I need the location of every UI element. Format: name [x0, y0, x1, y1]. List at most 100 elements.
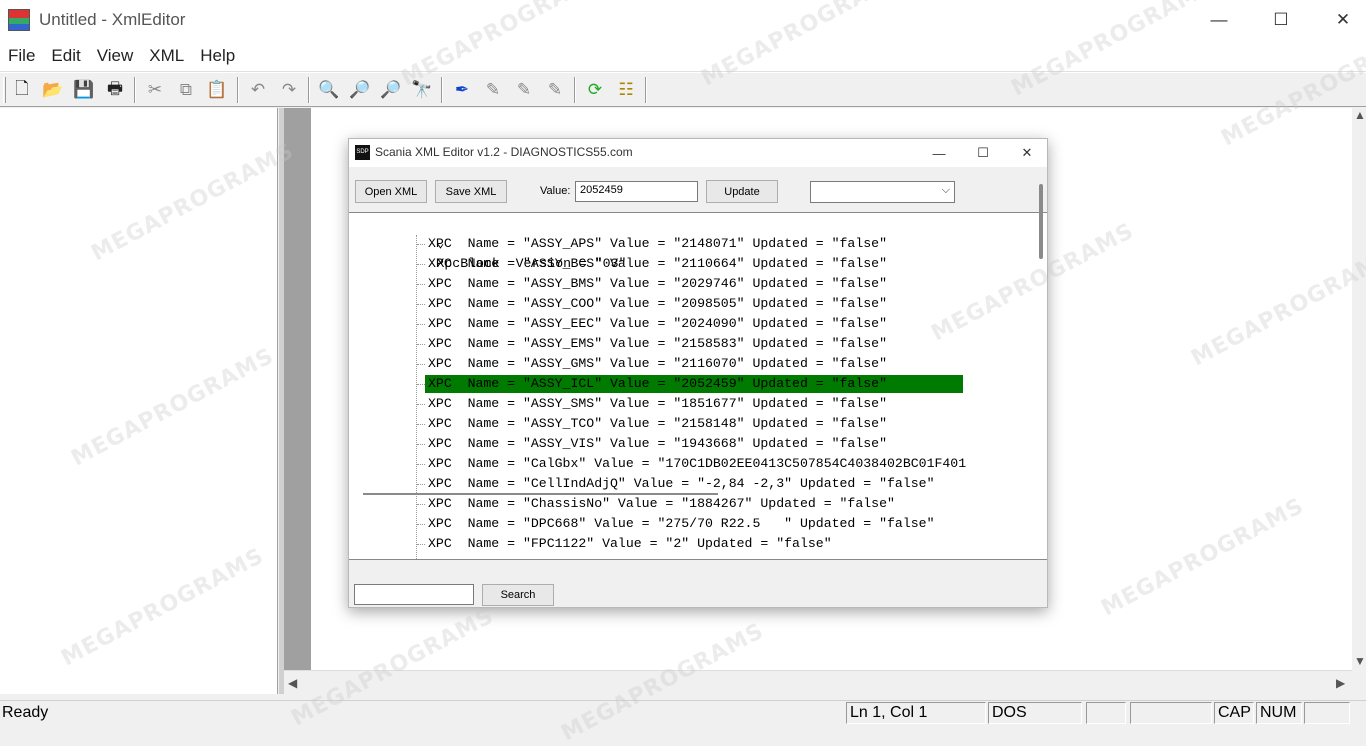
value-label: Value:: [540, 185, 571, 197]
find-prev-icon[interactable]: 🔎: [378, 77, 404, 103]
undo-icon[interactable]: ↶: [245, 77, 271, 103]
search-button[interactable]: Search: [482, 584, 554, 606]
status-position: Ln 1, Col 1: [846, 702, 986, 724]
title-bar: Untitled - XmlEditor — ☐ ✕: [0, 0, 1366, 40]
status-format: DOS: [988, 702, 1082, 724]
tree-guide-line: [417, 304, 425, 305]
cut-icon[interactable]: ✂: [142, 77, 168, 103]
open-folder-icon[interactable]: 📂: [40, 77, 66, 103]
tree-node[interactable]: XPC Name = "ASSY_COO" Value = "2098505" …: [428, 294, 887, 314]
save-xml-button[interactable]: Save XML: [435, 180, 507, 203]
status-text: Ready: [2, 704, 49, 721]
tree-node[interactable]: XPC Name = "CalGbx" Value = "170C1DB02EE…: [428, 454, 966, 474]
update-button[interactable]: Update: [706, 180, 778, 203]
tree-node[interactable]: XPC Name = "ASSY_GMS" Value = "2116070" …: [428, 354, 887, 374]
tree-node[interactable]: XPC Name = "ASSY_EMS" Value = "2158583" …: [428, 334, 887, 354]
toolbar-separator: [441, 77, 443, 103]
tree-guide-line: [417, 264, 425, 265]
editor-vertical-scrollbar[interactable]: ▲ ▼: [1352, 108, 1366, 670]
dialog-close-button[interactable]: ✕: [1005, 139, 1049, 167]
bookmark-clear-icon[interactable]: ✎: [542, 77, 568, 103]
toolbar-grip[interactable]: [3, 77, 6, 103]
menu-view[interactable]: View: [89, 46, 142, 66]
tree-guide-line: [417, 524, 425, 525]
app-icon: [8, 9, 30, 31]
tree-node[interactable]: XPC Name = "ASSY_VIS" Value = "1943668" …: [428, 434, 887, 454]
tree-root-node[interactable]: ⌄ XpcBlock Version = "03": [389, 214, 626, 271]
validate-icon[interactable]: ⟳: [582, 77, 608, 103]
tree-node[interactable]: XPC Name = "ASSY_EEC" Value = "2024090" …: [428, 314, 887, 334]
bookmark-next-icon[interactable]: ✎: [480, 77, 506, 103]
toolbar-separator: [308, 77, 310, 103]
value-input[interactable]: 2052459: [575, 181, 698, 202]
toolbar: 🗋 📂 💾 🖶 ✂ ⧉ 📋 ↶ ↷ 🔍 🔎 🔎 🔭 ✒ ✎ ✎ ✎ ⟳ ☷: [0, 72, 1366, 107]
close-button[interactable]: ✕: [1320, 0, 1366, 40]
tree-node[interactable]: XPC Name = "ASSY_ICL" Value = "2052459" …: [428, 374, 887, 394]
print-icon[interactable]: 🖶: [102, 77, 128, 103]
menu-help[interactable]: Help: [192, 46, 243, 66]
tree-guide-line: [417, 324, 425, 325]
copy-icon[interactable]: ⧉: [173, 77, 199, 103]
mdi-margin: [284, 108, 311, 670]
redo-icon[interactable]: ↷: [276, 77, 302, 103]
status-bar: Ready Ln 1, Col 1 DOS CAP NUM: [0, 700, 1366, 724]
dialog-title-bar: SDP Scania XML Editor v1.2 - DIAGNOSTICS…: [349, 139, 1047, 167]
toolbar-separator: [645, 77, 647, 103]
toolbar-separator: [237, 77, 239, 103]
tree-node[interactable]: XPC Name = "ASSY_BCS" Value = "2110664" …: [428, 254, 887, 274]
replace-icon[interactable]: 🔭: [409, 77, 435, 103]
bookmark-prev-icon[interactable]: ✎: [511, 77, 537, 103]
maximize-button[interactable]: ☐: [1258, 0, 1304, 40]
scroll-up-icon[interactable]: ▲: [1354, 108, 1366, 122]
new-file-icon[interactable]: 🗋: [9, 77, 35, 103]
dialog-title: Scania XML Editor v1.2 - DIAGNOSTICS55.c…: [375, 145, 633, 159]
tree-guide-line: [417, 484, 425, 485]
tree-guide-line: [417, 344, 425, 345]
status-pane-empty: [1086, 702, 1126, 724]
field-dropdown[interactable]: ⌵: [810, 181, 955, 203]
menu-file[interactable]: File: [0, 46, 43, 66]
scania-xml-editor-dialog: SDP Scania XML Editor v1.2 - DIAGNOSTICS…: [348, 138, 1048, 608]
scroll-down-icon[interactable]: ▼: [1354, 654, 1366, 668]
bookmark-icon[interactable]: ✒: [449, 77, 475, 103]
toolbar-separator: [574, 77, 576, 103]
find-next-icon[interactable]: 🔎: [347, 77, 373, 103]
tree-guide-line: [417, 244, 425, 245]
tree-horizontal-scroll-thumb[interactable]: [363, 493, 718, 495]
menu-xml[interactable]: XML: [141, 46, 192, 66]
scroll-left-icon[interactable]: ◀: [288, 676, 297, 690]
tree-node[interactable]: XPC Name = "ASSY_BMS" Value = "2029746" …: [428, 274, 887, 294]
status-cap: CAP: [1214, 702, 1254, 724]
tree-panel[interactable]: [0, 108, 278, 694]
menu-edit[interactable]: Edit: [43, 46, 88, 66]
xml-tree-view[interactable]: ⌄ XpcBlock Version = "03" XPC Name = "AS…: [349, 212, 1047, 560]
editor-horizontal-scrollbar[interactable]: ◀ ▶: [284, 670, 1352, 694]
tree-guide-line: [417, 424, 425, 425]
search-input[interactable]: [354, 584, 474, 605]
save-icon[interactable]: 💾: [71, 77, 97, 103]
find-icon[interactable]: 🔍: [316, 77, 342, 103]
tree-guide-line: [417, 504, 425, 505]
tree-guide-line: [417, 384, 425, 385]
toolbar-separator: [134, 77, 136, 103]
tree-node[interactable]: XPC Name = "ASSY_SMS" Value = "1851677" …: [428, 394, 887, 414]
tree-node[interactable]: XPC Name = "ChassisNo" Value = "1884267"…: [428, 494, 895, 514]
dialog-maximize-button[interactable]: ☐: [961, 139, 1005, 167]
status-pane-empty: [1130, 702, 1212, 724]
minimize-button[interactable]: —: [1196, 0, 1242, 40]
dialog-minimize-button[interactable]: —: [917, 139, 961, 167]
tree-view-icon[interactable]: ☷: [613, 77, 639, 103]
tree-guide-line: [417, 464, 425, 465]
open-xml-button[interactable]: Open XML: [355, 180, 427, 203]
paste-icon[interactable]: 📋: [204, 77, 230, 103]
scroll-right-icon[interactable]: ▶: [1336, 676, 1345, 690]
tree-node[interactable]: XPC Name = "DPC668" Value = "275/70 R22.…: [428, 514, 934, 534]
tree-node[interactable]: XPC Name = "ASSY_APS" Value = "2148071" …: [428, 234, 887, 254]
tree-node[interactable]: XPC Name = "ASSY_TCO" Value = "2158148" …: [428, 414, 887, 434]
status-pane-empty: [1304, 702, 1350, 724]
tree-guide-line: [417, 404, 425, 405]
tree-vertical-scroll-thumb[interactable]: [1039, 184, 1043, 259]
tree-node[interactable]: XPC Name = "FPC1122" Value = "2" Updated…: [428, 534, 832, 554]
tree-node[interactable]: XPC Name = "CellIndAdjQ" Value = "-2,84 …: [428, 474, 934, 494]
tree-guide-line: [417, 544, 425, 545]
